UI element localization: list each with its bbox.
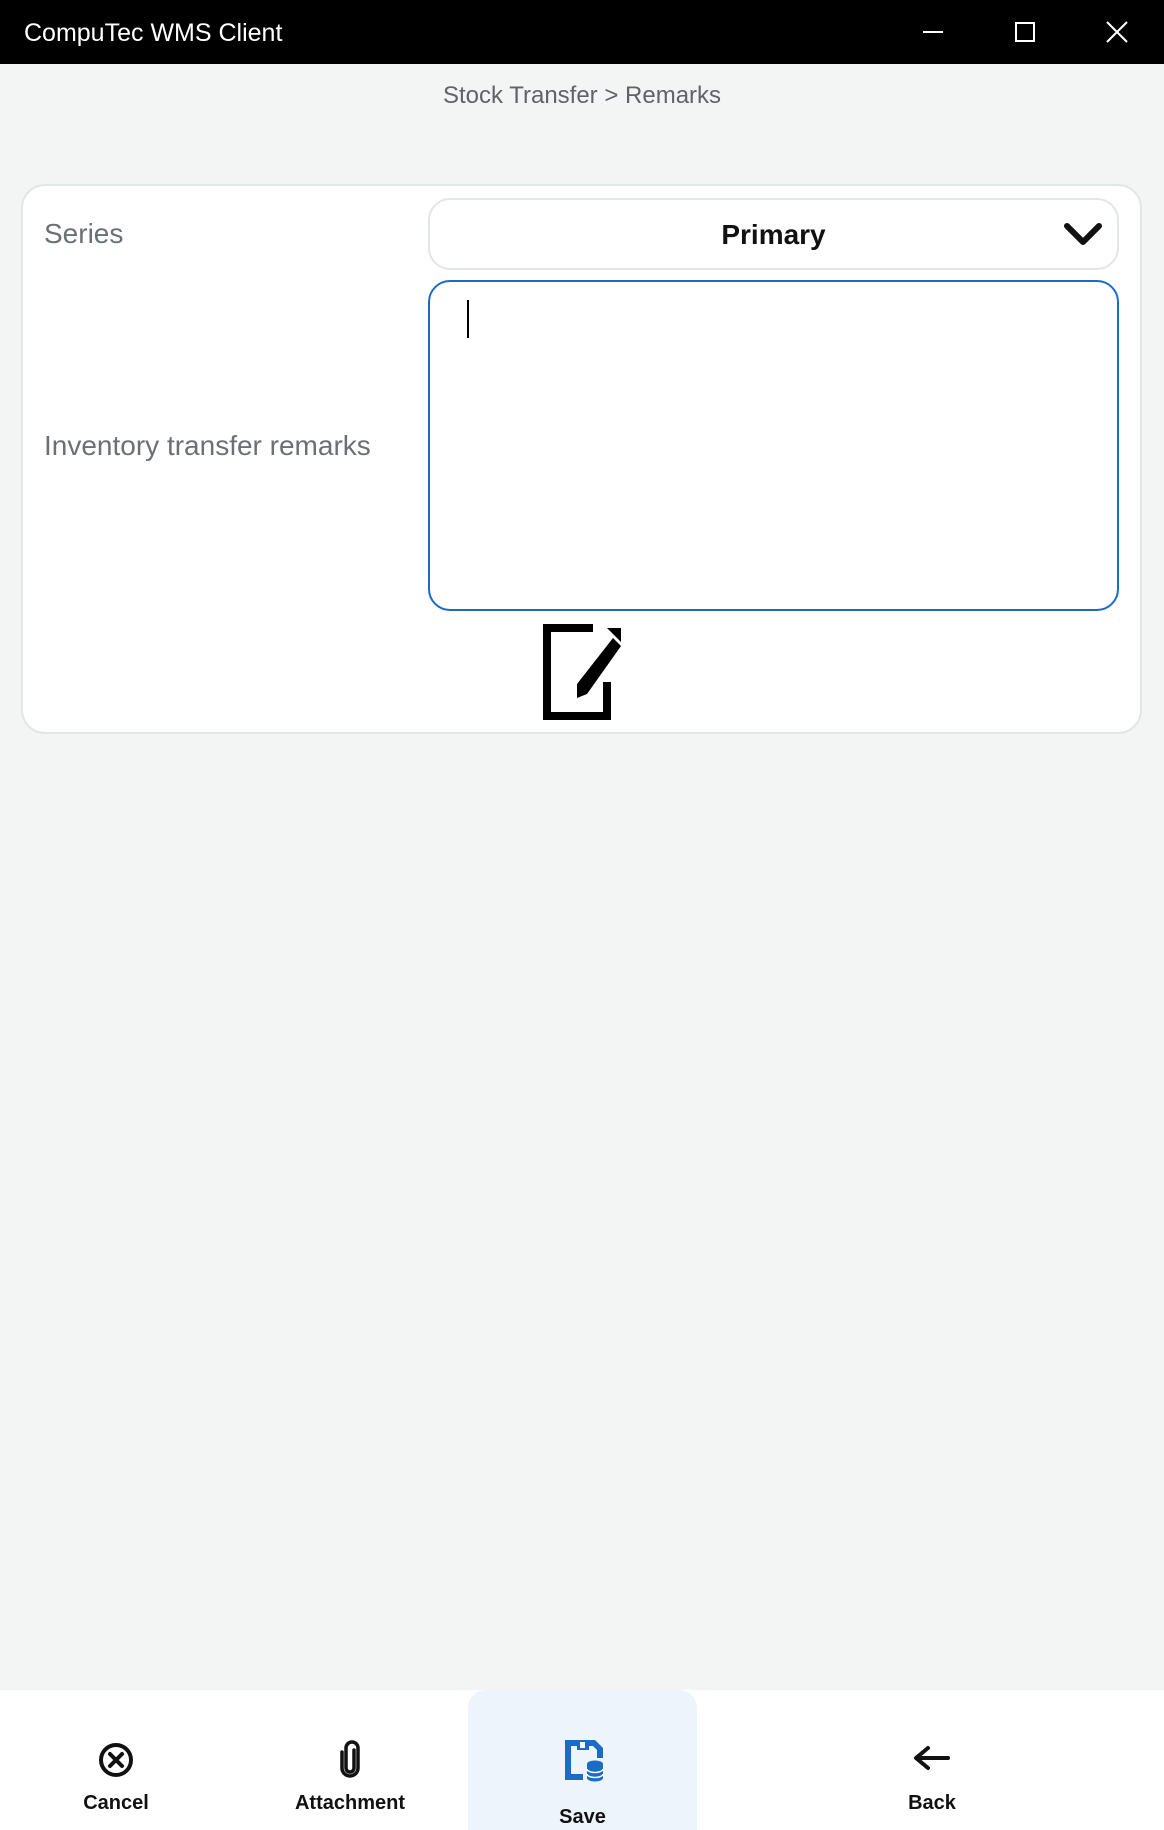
minimize-button[interactable] — [913, 12, 953, 52]
cancel-circle-icon — [99, 1743, 133, 1777]
save-database-icon — [564, 1740, 604, 1782]
text-caret — [467, 300, 469, 338]
arrow-left-icon — [914, 1746, 950, 1770]
remarks-textarea[interactable] — [428, 280, 1119, 611]
edit-note-icon — [543, 624, 621, 720]
save-label: Save — [559, 1806, 606, 1828]
maximize-button[interactable] — [1005, 12, 1045, 52]
bottom-action-bar: Cancel Attachment Save Back — [0, 1690, 1164, 1830]
edit-remarks-button[interactable] — [543, 624, 623, 725]
attachment-label: Attachment — [294, 1792, 405, 1814]
attachment-button[interactable]: Attachment — [270, 1690, 430, 1830]
window-title: CompuTec WMS Client — [24, 19, 283, 47]
series-dropdown[interactable]: Primary — [428, 198, 1119, 270]
back-button[interactable]: Back — [862, 1690, 1002, 1830]
cancel-button[interactable]: Cancel — [46, 1690, 186, 1830]
cancel-label: Cancel — [83, 1792, 149, 1814]
chevron-down-icon — [1064, 223, 1102, 245]
minimize-icon — [923, 31, 943, 33]
series-selected-value: Primary — [721, 219, 826, 250]
maximize-icon — [1015, 22, 1035, 42]
back-label: Back — [908, 1792, 956, 1814]
save-button[interactable]: Save — [468, 1690, 697, 1830]
series-label: Series — [44, 218, 124, 249]
remarks-label: Inventory transfer remarks — [44, 430, 371, 461]
close-window-button[interactable] — [1097, 12, 1137, 52]
paperclip-icon — [340, 1740, 360, 1778]
window-titlebar: CompuTec WMS Client — [0, 0, 1164, 64]
close-icon — [1106, 21, 1128, 43]
breadcrumb: Stock Transfer > Remarks — [442, 82, 722, 109]
